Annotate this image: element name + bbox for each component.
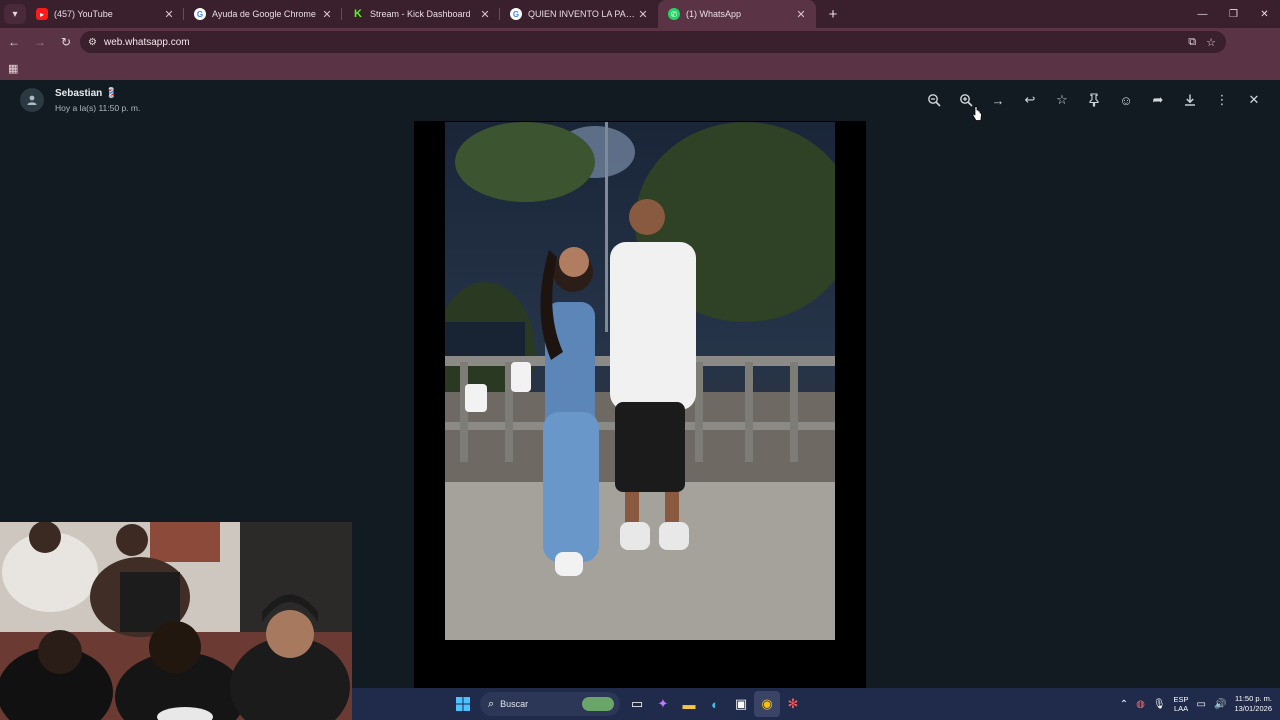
download-icon[interactable] <box>1174 88 1206 112</box>
language-indicator[interactable]: ESP LAA <box>1174 695 1189 713</box>
browser-toolbar: ← → ↻ ⚙ web.whatsapp.com ⧉ ☆ J ⋮ <box>0 28 1280 76</box>
back-icon[interactable]: ← <box>2 30 26 54</box>
tab-search-button[interactable]: ▾ <box>4 4 26 24</box>
tray-app-icon[interactable]: ◍ <box>1136 699 1145 710</box>
forward-icon[interactable]: → <box>28 30 52 54</box>
kick-icon: K <box>354 8 362 20</box>
network-icon[interactable]: ▭ <box>1197 699 1206 710</box>
close-icon[interactable]: ✕ <box>162 8 176 21</box>
shared-photo[interactable] <box>445 122 835 640</box>
windows-start-icon[interactable] <box>450 691 476 717</box>
star-icon[interactable]: ☆ <box>1046 88 1078 112</box>
tab-title: (1) WhatsApp <box>686 9 742 19</box>
search-icon: ⌕ <box>488 697 495 710</box>
taskbar-search[interactable]: ⌕ Buscar <box>480 692 620 716</box>
webcam-overlay <box>0 522 352 720</box>
tab-chrome-help[interactable]: G Ayuda de Google Chrome ✕ <box>184 0 342 28</box>
window-controls: — ❐ ✕ <box>1187 0 1280 28</box>
close-viewer-icon[interactable]: ✕ <box>1238 88 1270 112</box>
tab-google-search[interactable]: G QUIEN INVENTO LA PAJA - Bus ✕ <box>500 0 658 28</box>
system-tray: ⌃ ◍ 🎙 ESP LAA ▭ 🔊 11:50 p. m. 13/01/2026 <box>1120 688 1272 720</box>
clock[interactable]: 11:50 p. m. 13/01/2026 <box>1234 694 1272 714</box>
bookmark-star-icon[interactable]: ☆ <box>1206 36 1216 49</box>
install-app-icon[interactable]: ⧉ <box>1188 36 1196 49</box>
forward-icon[interactable]: ➦ <box>1142 88 1174 112</box>
file-explorer-icon[interactable]: ▬ <box>676 691 702 717</box>
google-icon: G <box>194 8 206 20</box>
reload-icon[interactable]: ↻ <box>54 30 78 54</box>
restore-icon[interactable]: ❐ <box>1218 0 1249 28</box>
address-bar[interactable]: ⚙ web.whatsapp.com ⧉ ☆ <box>80 31 1226 53</box>
sender-name: Sebastian 💈 <box>55 88 118 99</box>
person-icon <box>27 95 37 105</box>
tray-expand-icon[interactable]: ⌃ <box>1120 699 1128 710</box>
bookmarks-bar: ▦ <box>0 56 1280 80</box>
emoji-react-icon[interactable]: ☺ <box>1110 88 1142 112</box>
app-icon[interactable]: ✻ <box>780 691 806 717</box>
message-timestamp: Hoy a la(s) 11:50 p. m. <box>55 103 141 113</box>
close-icon[interactable]: ✕ <box>636 8 650 21</box>
chrome-icon[interactable]: ◉ <box>754 691 780 717</box>
youtube-icon: ▸ <box>36 8 48 20</box>
tab-title: QUIEN INVENTO LA PAJA - Bus <box>528 9 636 19</box>
store-icon[interactable]: ▣ <box>728 691 754 717</box>
new-tab-button[interactable]: + <box>824 6 842 23</box>
tab-title: Stream - Kick Dashboard <box>370 9 471 19</box>
copilot-icon[interactable]: ✦ <box>650 691 676 717</box>
site-info-icon[interactable]: ⚙ <box>88 37 100 48</box>
windows-taskbar: ⌕ Buscar ▭ ✦ ▬ ◐ ▣ ◉ ✻ ⌃ ◍ 🎙 ESP LAA ▭ 🔊… <box>352 688 1280 720</box>
tab-youtube[interactable]: ▸ (457) YouTube ✕ <box>26 0 184 28</box>
photo-illustration <box>445 122 835 640</box>
avatar[interactable] <box>20 88 44 112</box>
next-arrow-icon[interactable]: → <box>982 88 1014 112</box>
close-icon[interactable]: ✕ <box>478 8 492 21</box>
tab-title: (457) YouTube <box>54 9 113 19</box>
tab-whatsapp[interactable]: ✆ (1) WhatsApp ✕ <box>658 0 816 28</box>
volume-icon[interactable]: 🔊 <box>1214 699 1226 710</box>
tab-kick-dashboard[interactable]: K Stream - Kick Dashboard ✕ <box>342 0 500 28</box>
more-options-icon[interactable]: ⋮ <box>1206 88 1238 112</box>
google-icon: G <box>510 8 522 20</box>
close-icon[interactable]: ✕ <box>320 8 334 21</box>
reply-icon[interactable]: ↩ <box>1014 88 1046 112</box>
tab-title: Ayuda de Google Chrome <box>212 9 316 19</box>
search-highlight-icon <box>582 697 614 711</box>
task-view-icon[interactable]: ▭ <box>624 691 650 717</box>
webcam-feed <box>0 522 352 720</box>
pin-icon[interactable] <box>1078 88 1110 112</box>
close-icon[interactable]: ✕ <box>794 8 808 21</box>
mouse-cursor-icon <box>972 106 982 121</box>
viewer-actions: → ↩ ☆ ☺ ➦ ⋮ ✕ <box>918 88 1270 112</box>
close-window-icon[interactable]: ✕ <box>1249 0 1280 28</box>
url-text[interactable]: web.whatsapp.com <box>104 37 1188 48</box>
media-frame <box>414 121 866 688</box>
apps-grid-icon[interactable]: ▦ <box>8 62 18 75</box>
microphone-icon[interactable]: 🎙 <box>1153 699 1166 710</box>
edge-icon[interactable]: ◐ <box>702 691 728 717</box>
tab-strip: ▾ ▸ (457) YouTube ✕ G Ayuda de Google Ch… <box>0 0 1280 28</box>
zoom-out-icon[interactable] <box>918 88 950 112</box>
search-placeholder: Buscar <box>500 699 529 709</box>
whatsapp-icon: ✆ <box>668 8 680 20</box>
minimize-icon[interactable]: — <box>1187 0 1218 28</box>
